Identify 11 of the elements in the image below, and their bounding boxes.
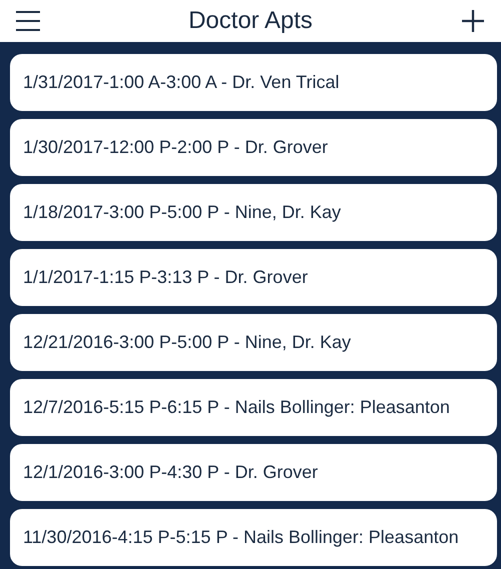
appointment-item[interactable]: 1/30/2017-12:00 P-2:00 P - Dr. Grover bbox=[10, 119, 497, 176]
appointment-item[interactable]: 11/30/2016-4:15 P-5:15 P - Nails Bollinger: Pleasanton bbox=[10, 509, 497, 566]
menu-icon[interactable] bbox=[16, 11, 40, 31]
appointment-item[interactable]: 12/1/2016-3:00 P-4:30 P - Dr. Grover bbox=[10, 444, 497, 501]
add-icon[interactable] bbox=[461, 9, 485, 33]
appointment-item[interactable]: 1/1/2017-1:15 P-3:13 P - Dr. Grover bbox=[10, 249, 497, 306]
appointment-item[interactable]: 1/18/2017-3:00 P-5:00 P - Nine, Dr. Kay bbox=[10, 184, 497, 241]
appointment-item[interactable]: 1/31/2017-1:00 A-3:00 A - Dr. Ven Trical bbox=[10, 54, 497, 111]
screen-title: Doctor Apts bbox=[188, 6, 313, 36]
appointment-item[interactable]: 12/7/2016-5:15 P-6:15 P - Nails Bollinger: Pleasanton bbox=[10, 379, 497, 436]
appointment-item[interactable]: 12/21/2016-3:00 P-5:00 P - Nine, Dr. Kay bbox=[10, 314, 497, 371]
